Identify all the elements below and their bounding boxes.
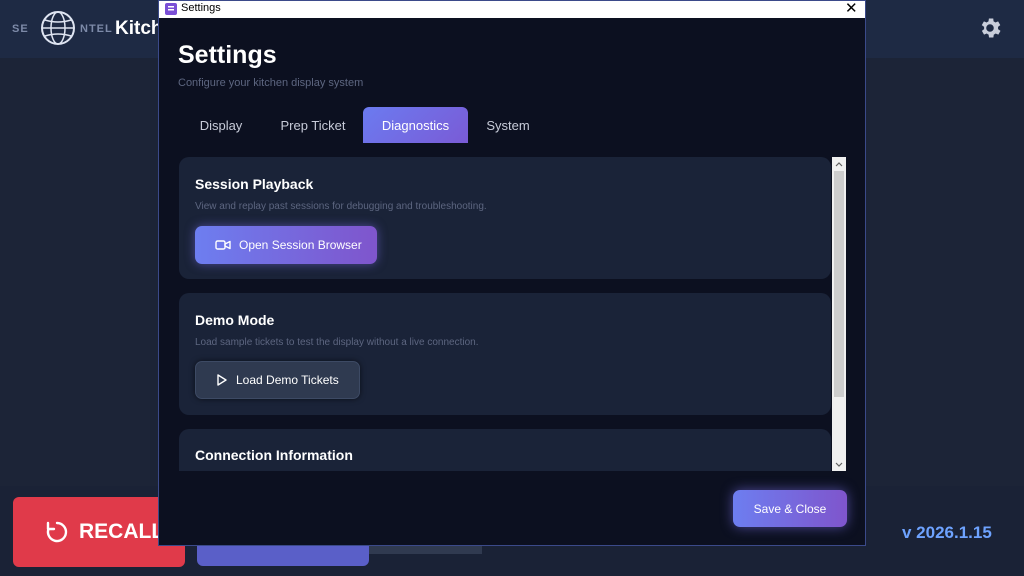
section-description: Load sample tickets to test the display …: [195, 337, 479, 348]
app-logo: SE NTEL: [12, 8, 122, 48]
section-title: Session Playback: [195, 176, 314, 192]
close-icon[interactable]: ✕: [845, 0, 858, 17]
scroll-up-icon[interactable]: [832, 158, 846, 170]
load-demo-tickets-button[interactable]: Load Demo Tickets: [195, 361, 360, 399]
globe-icon: [41, 11, 75, 45]
settings-dialog: Settings ✕ Settings Configure your kitch…: [158, 0, 866, 546]
recall-label: RECALL: [79, 520, 165, 543]
tab-diagnostics[interactable]: Diagnostics: [363, 107, 468, 143]
tab-display[interactable]: Display: [179, 107, 263, 143]
button-label: Open Session Browser: [239, 238, 362, 252]
page-title: Settings: [178, 41, 277, 69]
play-icon: [217, 374, 227, 386]
window-title: Settings: [181, 2, 221, 14]
window-titlebar[interactable]: Settings ✕: [159, 0, 865, 18]
settings-tabs: Display Prep Ticket Diagnostics System: [179, 107, 548, 143]
app-title: Kitch: [115, 18, 163, 39]
section-connection-information: Connection Information: [179, 429, 831, 471]
content-scrollbar[interactable]: [832, 157, 846, 471]
video-icon: [215, 240, 231, 250]
page-subtitle: Configure your kitchen display system: [178, 77, 364, 89]
section-title: Connection Information: [195, 447, 353, 463]
version-label: v 2026.1.15: [902, 523, 992, 542]
app-window-icon: [165, 3, 177, 15]
logo-text-right: NTEL: [80, 23, 113, 35]
section-description: View and replay past sessions for debugg…: [195, 201, 487, 212]
save-close-button[interactable]: Save & Close: [733, 490, 847, 527]
refresh-icon: [46, 521, 68, 543]
scroll-down-icon[interactable]: [832, 458, 846, 470]
section-demo-mode: Demo Mode Load sample tickets to test th…: [179, 293, 831, 415]
settings-content[interactable]: Session Playback View and replay past se…: [179, 157, 833, 471]
logo-text-left: SE: [12, 23, 29, 35]
tab-prep-ticket[interactable]: Prep Ticket: [263, 107, 363, 143]
open-session-browser-button[interactable]: Open Session Browser: [195, 226, 377, 264]
section-title: Demo Mode: [195, 312, 275, 328]
tab-system[interactable]: System: [468, 107, 548, 143]
scroll-thumb[interactable]: [834, 171, 844, 397]
button-label: Load Demo Tickets: [236, 373, 339, 387]
section-session-playback: Session Playback View and replay past se…: [179, 157, 831, 279]
gear-icon[interactable]: [977, 15, 1003, 41]
